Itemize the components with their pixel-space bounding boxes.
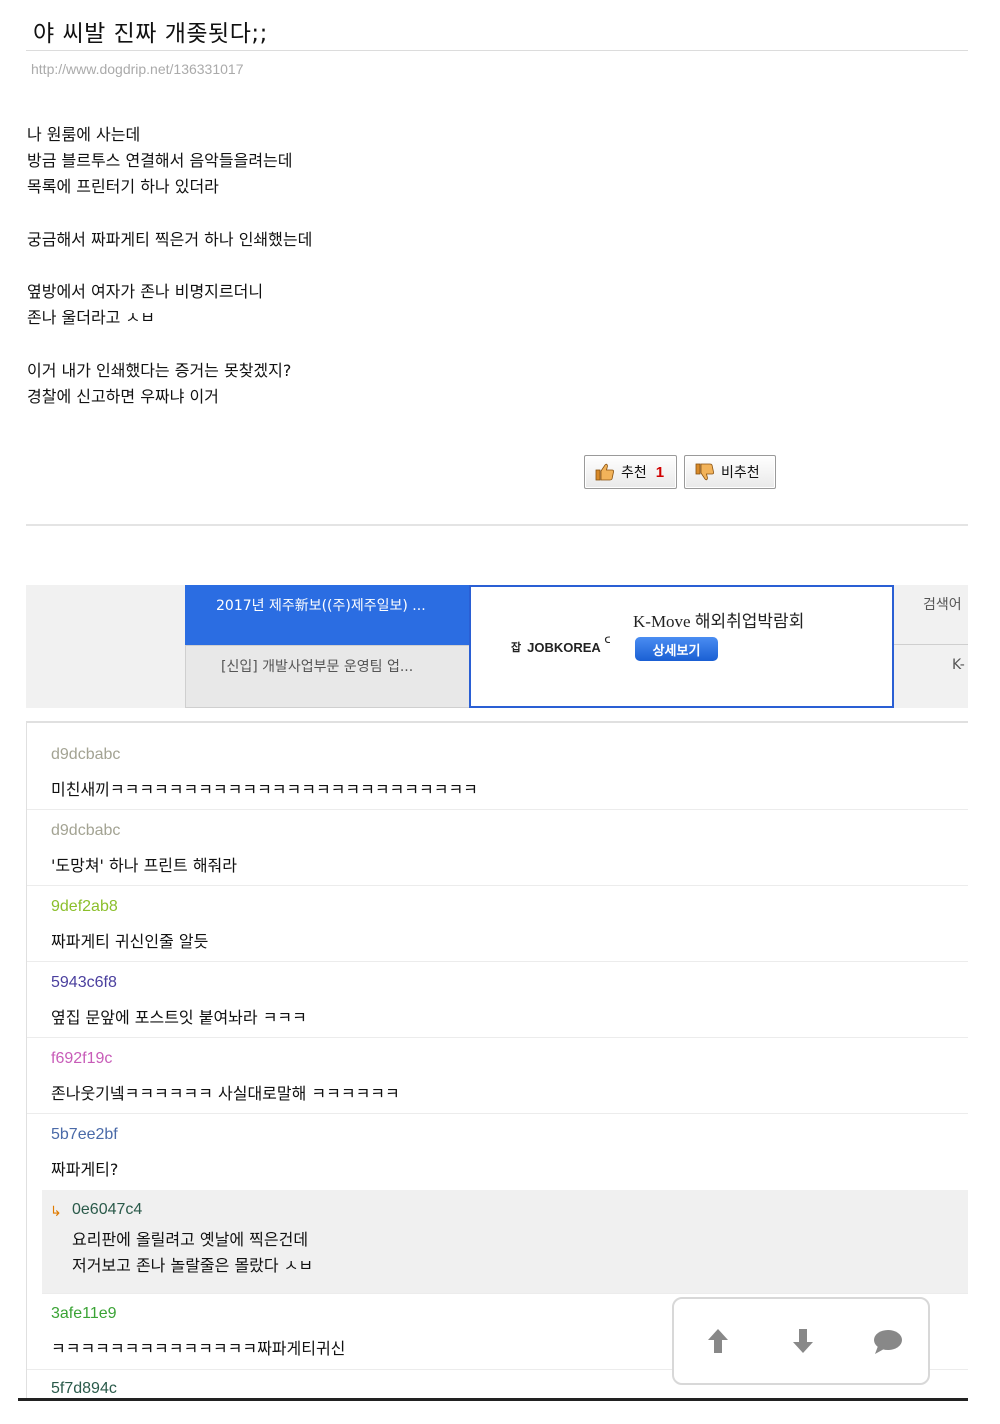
- post-line: 방금 블르투스 연결해서 음악들을려는데: [27, 151, 293, 171]
- comment-item: 5943c6f8 옆집 문앞에 포스트잇 붙여놔라 ㅋㅋㅋ: [27, 962, 968, 1038]
- comment-item: d9dcbabc '도망쳐' 하나 프린트 해줘라: [27, 810, 968, 886]
- jobkorea-logo: 잡 JOBKOREA ᑦ: [511, 635, 611, 655]
- comment-item: d9dcbabc 미친새끼ㅋㅋㅋㅋㅋㅋㅋㅋㅋㅋㅋㅋㅋㅋㅋㅋㅋㅋㅋㅋㅋㅋㅋㅋㅋ: [27, 723, 968, 810]
- comment-text: 미친새끼ㅋㅋㅋㅋㅋㅋㅋㅋㅋㅋㅋㅋㅋㅋㅋㅋㅋㅋㅋㅋㅋㅋㅋㅋㅋ: [51, 780, 478, 799]
- comment-item: f692f19c 존나웃기넼ㅋㅋㅋㅋㅋㅋ 사실대로말해 ㅋㅋㅋㅋㅋㅋ: [27, 1038, 968, 1114]
- comment-author[interactable]: 0e6047c4: [72, 1201, 142, 1219]
- post-line: 나 원룸에 사는데: [27, 125, 141, 144]
- comment-author[interactable]: f692f19c: [51, 1050, 112, 1068]
- thumbs-up-icon: [595, 463, 614, 481]
- post-url[interactable]: http://www.dogdrip.net/136331017: [31, 61, 244, 77]
- floating-nav-bar: [672, 1297, 930, 1385]
- post-line: [27, 201, 927, 227]
- ad-feature-box[interactable]: 잡 JOBKOREA ᑦ K-Move 해외취업박람회 상세보기: [469, 585, 894, 708]
- reply-comment-item: ↳ 0e6047c4 요리판에 올릴려고 옛날에 찍은건데 저거보고 존나 놀랄…: [42, 1190, 968, 1294]
- downvote-label: 비추천: [721, 465, 760, 481]
- comment-author[interactable]: 3afe11e9: [51, 1305, 117, 1323]
- upvote-label: 추천: [621, 465, 647, 481]
- post-line: 경찰에 신고하면 우짜냐 이거: [27, 386, 219, 406]
- comment-text: 짜파게티 귀신인줄 알듯: [51, 932, 209, 951]
- comment-text: 짜파게티?: [51, 1160, 119, 1179]
- ad-job-listing[interactable]: [신입] 개발사업부문 운영팀 업...: [185, 645, 470, 708]
- ad-job-listing[interactable]: 2017년 제주新보((주)제주일보) ...: [185, 585, 470, 645]
- upvote-button[interactable]: 추천 1: [584, 455, 677, 489]
- speech-bubble-icon[interactable]: [869, 1323, 905, 1359]
- post-line: 존나 울더라고 ㅅㅂ: [27, 308, 155, 328]
- post-line: [27, 332, 927, 358]
- comment-text: 존나웃기넼ㅋㅋㅋㅋㅋㅋ 사실대로말해 ㅋㅋㅋㅋㅋㅋ: [51, 1084, 400, 1103]
- logo-smile-icon: ᑦ: [603, 635, 611, 652]
- arrow-down-icon[interactable]: [785, 1323, 821, 1359]
- logo-mark-icon: 잡: [511, 642, 522, 654]
- ad-headline: K-Move 해외취업박람회: [633, 612, 805, 631]
- ad-side-listing[interactable]: K-: [894, 645, 968, 708]
- reply-arrow-icon: ↳: [50, 1204, 62, 1220]
- post-line: 옆방에서 여자가 존나 비명지르더니: [27, 282, 264, 302]
- post-line: 이거 내가 인쇄했다는 증거는 못찾겠지?: [27, 360, 292, 380]
- comment-text: '도망쳐' 하나 프린트 해줘라: [51, 856, 237, 875]
- bottom-divider: [18, 1398, 968, 1401]
- ad-detail-button[interactable]: 상세보기: [635, 637, 718, 661]
- comment-text: 저거보고 존나 놀랄줄은 몰랐다 ㅅㅂ: [72, 1256, 314, 1275]
- arrow-up-icon[interactable]: [700, 1323, 736, 1359]
- comment-author[interactable]: 5f7d894c: [51, 1380, 117, 1398]
- post-divider: [26, 524, 968, 526]
- comment-text: 옆집 문앞에 포스트잇 붙여놔라 ㅋㅋㅋ: [51, 1008, 307, 1027]
- comment-text: 요리판에 올릴려고 옛날에 찍은건데: [72, 1230, 309, 1249]
- comment-author[interactable]: d9dcbabc: [51, 746, 120, 764]
- job-ad-banner: 2017년 제주新보((주)제주일보) ... [신입] 개발사업부문 운영팀 …: [26, 585, 968, 708]
- comment-author[interactable]: 5b7ee2bf: [51, 1126, 118, 1144]
- comment-item: 5b7ee2bf 짜파게티?: [27, 1114, 968, 1190]
- logo-text: JOBKOREA: [527, 639, 601, 655]
- comment-author[interactable]: d9dcbabc: [51, 822, 120, 840]
- comment-author[interactable]: 5943c6f8: [51, 974, 117, 992]
- post-line: 궁금해서 짜파게티 찍은거 하나 인쇄했는데: [27, 229, 313, 249]
- post-line: [27, 253, 927, 279]
- comment-author[interactable]: 9def2ab8: [51, 898, 118, 916]
- thumbs-down-icon: [695, 463, 714, 481]
- post-body: 나 원룸에 사는데 방금 블르투스 연결해서 음악들을려는데 목록에 프린터기 …: [27, 122, 927, 410]
- downvote-button[interactable]: 비추천: [684, 455, 776, 489]
- post-line: 목록에 프린터기 하나 있더라: [27, 177, 219, 197]
- ad-search-tab[interactable]: 검색어: [894, 585, 968, 645]
- title-divider: [26, 50, 968, 51]
- upvote-count: 1: [655, 463, 665, 481]
- comment-item: 9def2ab8 짜파게티 귀신인줄 알듯: [27, 886, 968, 962]
- post-title: 야 씨발 진짜 개좆됫다;;: [33, 21, 268, 47]
- comment-text: ㅋㅋㅋㅋㅋㅋㅋㅋㅋㅋㅋㅋㅋㅋ짜파게티귀신: [51, 1339, 346, 1358]
